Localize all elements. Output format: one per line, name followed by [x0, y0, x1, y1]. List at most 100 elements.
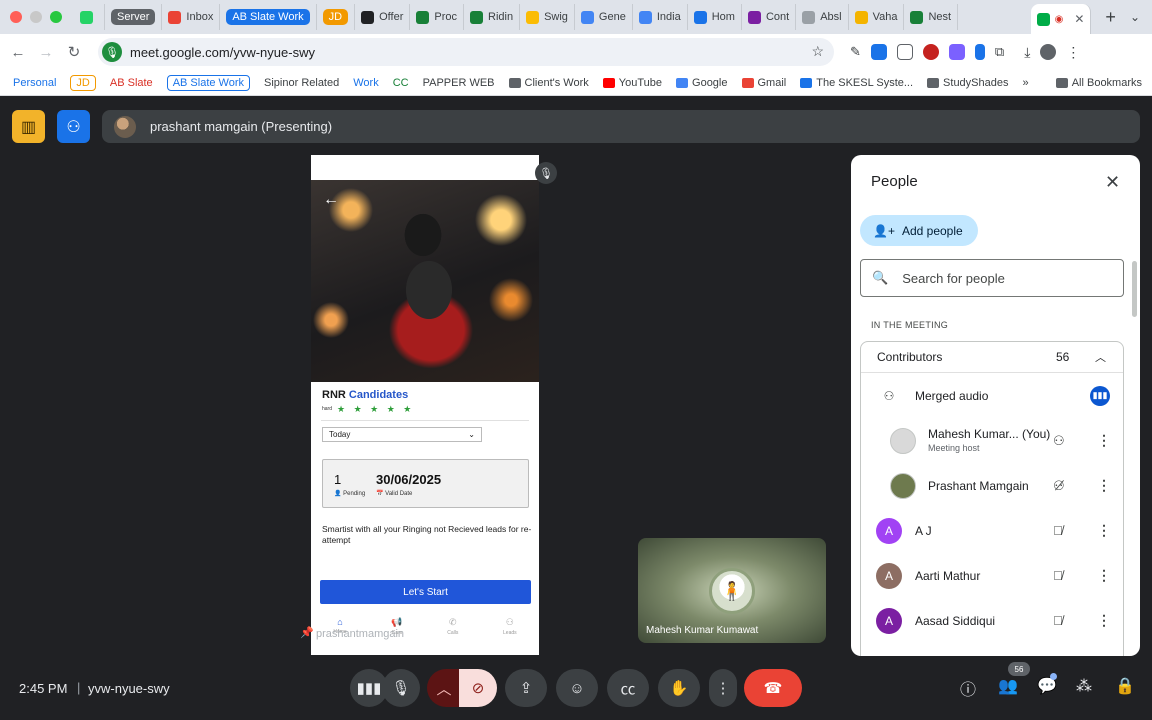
url-text: meet.google.com/yvw-nyue-swy	[130, 44, 315, 60]
close-tab-icon[interactable]: ✕	[1074, 12, 1084, 26]
date-filter-select[interactable]: Today ⌄	[322, 427, 482, 442]
tab-4[interactable]: JD	[317, 4, 356, 30]
tab-6[interactable]: Proc	[410, 4, 464, 30]
meeting-info-icon[interactable]: ⓘ	[960, 676, 976, 700]
activities-icon[interactable]: ⁂	[1076, 676, 1092, 696]
participant-row[interactable]: Mahesh Kumar... (You) Meeting host ⚇ ⋮	[861, 418, 1123, 463]
captions-button[interactable]: ㏄	[607, 669, 649, 707]
back-arrow-icon[interactable]: ←	[4, 44, 32, 61]
participant-row[interactable]: A Aasad Siddiqui 🎙̸ ⋮	[861, 598, 1123, 643]
tab-14[interactable]: Vaha	[849, 4, 905, 30]
new-tab-button[interactable]: +	[1105, 7, 1116, 28]
bookmark-3[interactable]: AB Slate Work	[166, 74, 251, 91]
forward-arrow-icon[interactable]: →	[32, 44, 60, 61]
close-icon[interactable]: ✕	[1105, 172, 1120, 193]
mic-off-icon[interactable]: 🎙̸	[1053, 568, 1063, 583]
tab-9[interactable]: Gene	[575, 4, 633, 30]
more-options-icon[interactable]: ⋮	[1097, 477, 1111, 494]
tab-11[interactable]: Hom	[688, 4, 742, 30]
pin-icon[interactable]: ⚇	[1053, 433, 1065, 449]
pin-icon[interactable]: 📌	[300, 626, 314, 639]
tab-0[interactable]	[74, 4, 105, 30]
participant-row[interactable]: ⚇ Merged audio ▮▮▮	[861, 373, 1123, 418]
mic-site-icon[interactable]: 🎙	[102, 42, 122, 62]
pin-off-icon[interactable]: ⚇̸	[1053, 478, 1065, 494]
self-video-tile[interactable]: 🧍 Mahesh Kumar Kumawat	[638, 538, 826, 643]
participant-row[interactable]: Prashant Mamgain ⚇̸ ⋮	[861, 463, 1123, 508]
bookmark-12[interactable]: The SKESL Syste...	[800, 77, 913, 89]
bookmark-4[interactable]: Sipinor Related	[264, 77, 339, 89]
bookmark-5[interactable]: Work	[353, 77, 378, 89]
companion-icon[interactable]: ⚇	[57, 110, 90, 143]
back-arrow-icon[interactable]: ←	[323, 191, 339, 209]
browser-menu-icon[interactable]: ⋮	[1066, 44, 1080, 61]
add-people-button[interactable]: 👤+ Add people	[860, 215, 978, 246]
more-options-icon[interactable]: ⋮	[1097, 522, 1111, 539]
bookmark-star-icon[interactable]: ☆	[811, 43, 824, 60]
participant-row[interactable]: A A J 🎙̸ ⋮	[861, 508, 1123, 553]
bookmark-9[interactable]: YouTube	[602, 77, 662, 89]
leave-call-button[interactable]: ☎	[744, 669, 802, 707]
tab-5[interactable]: Offer	[355, 4, 411, 30]
more-bookmarks-chevron-icon[interactable]: »	[1022, 77, 1028, 89]
puzzle-icon[interactable]: ⧉	[995, 44, 1004, 60]
tab-13[interactable]: Absl	[796, 4, 849, 30]
bookmark-6[interactable]: CC	[393, 77, 409, 89]
bookmark-2[interactable]: AB Slate	[110, 77, 153, 89]
participant-row[interactable]: A Aarti Mathur 🎙̸ ⋮	[861, 553, 1123, 598]
tab-1[interactable]: Server	[105, 4, 163, 30]
phone-nav-item[interactable]: ⚇ Leads	[503, 617, 517, 643]
tab-8[interactable]: Swig	[520, 4, 575, 30]
host-controls-icon[interactable]: 🔒	[1115, 676, 1135, 696]
people-icon[interactable]: 👥	[998, 676, 1018, 696]
pen-icon[interactable]: ✎	[850, 44, 861, 60]
lets-start-button[interactable]: Let's Start	[320, 580, 531, 604]
address-bar[interactable]: 🎙 meet.google.com/yvw-nyue-swy ☆	[98, 38, 834, 66]
mic-off-icon[interactable]: 🎙̸	[1053, 613, 1063, 628]
reload-icon[interactable]: ↻	[60, 43, 88, 61]
profile-avatar-icon[interactable]	[1040, 44, 1057, 60]
chevron-up-icon[interactable]: ︿	[1095, 349, 1106, 365]
search-people-input[interactable]: 🔍 Search for people	[860, 259, 1124, 297]
contributors-header[interactable]: Contributors 56 ︿	[861, 342, 1123, 373]
minimize-window-button[interactable]	[30, 11, 42, 23]
raise-hand-button[interactable]: ✋	[658, 669, 700, 707]
mic-button[interactable]: 🎙	[382, 669, 420, 707]
close-window-button[interactable]	[10, 11, 22, 23]
tab-12[interactable]: Cont	[742, 4, 797, 30]
tab-search-chevron-icon[interactable]: ⌄	[1130, 10, 1140, 24]
more-options-icon[interactable]: ⋮	[1097, 612, 1111, 629]
tab-3[interactable]: AB Slate Work	[220, 4, 317, 30]
copy-extension-icon[interactable]	[896, 44, 913, 60]
download-icon[interactable]: ⤓	[1024, 44, 1030, 61]
all-bookmarks[interactable]: All Bookmarks	[1055, 77, 1142, 89]
phone-nav-item[interactable]: ✆ Calls	[447, 617, 458, 643]
presentation-layout-icon[interactable]: ▥	[12, 110, 45, 143]
tab-15[interactable]: Nest	[904, 4, 959, 30]
bookmark-8[interactable]: Client's Work	[508, 77, 589, 89]
emoji-button[interactable]: ☺	[556, 669, 598, 707]
purple-extension-icon[interactable]	[948, 44, 965, 60]
red-extension-icon[interactable]	[922, 44, 939, 60]
bookmark-1[interactable]: JD	[70, 74, 96, 91]
bookmark-7[interactable]: PAPPER WEB	[423, 77, 495, 89]
bookmark-13[interactable]: StudyShades	[927, 77, 1008, 89]
camera-options-chevron-icon[interactable]: ︿	[427, 669, 461, 707]
zoom-window-button[interactable]	[50, 11, 62, 23]
camera-off-button[interactable]: ⊘	[459, 669, 497, 707]
bookmark-10[interactable]: Google	[676, 77, 728, 89]
more-options-button[interactable]: ⋮	[709, 669, 737, 707]
more-options-icon[interactable]: ⋮	[1097, 567, 1111, 584]
more-options-icon[interactable]: ⋮	[1097, 432, 1111, 449]
tab-2[interactable]: Inbox	[162, 4, 221, 30]
mic-off-icon[interactable]: 🎙̸	[1053, 523, 1063, 538]
bookmark-11[interactable]: Gmail	[741, 77, 786, 89]
tab-10[interactable]: India	[633, 4, 688, 30]
tab-active-meet[interactable]: ◉ ✕	[1030, 4, 1092, 34]
tab-7[interactable]: Ridin	[464, 4, 521, 30]
extension-icon[interactable]	[870, 44, 887, 60]
present-screen-button[interactable]: ⇪	[505, 669, 547, 707]
panel-scrollbar[interactable]	[1132, 261, 1137, 317]
bookmark-extension-icon[interactable]	[974, 44, 985, 60]
bookmark-0[interactable]: Personal	[13, 77, 56, 89]
